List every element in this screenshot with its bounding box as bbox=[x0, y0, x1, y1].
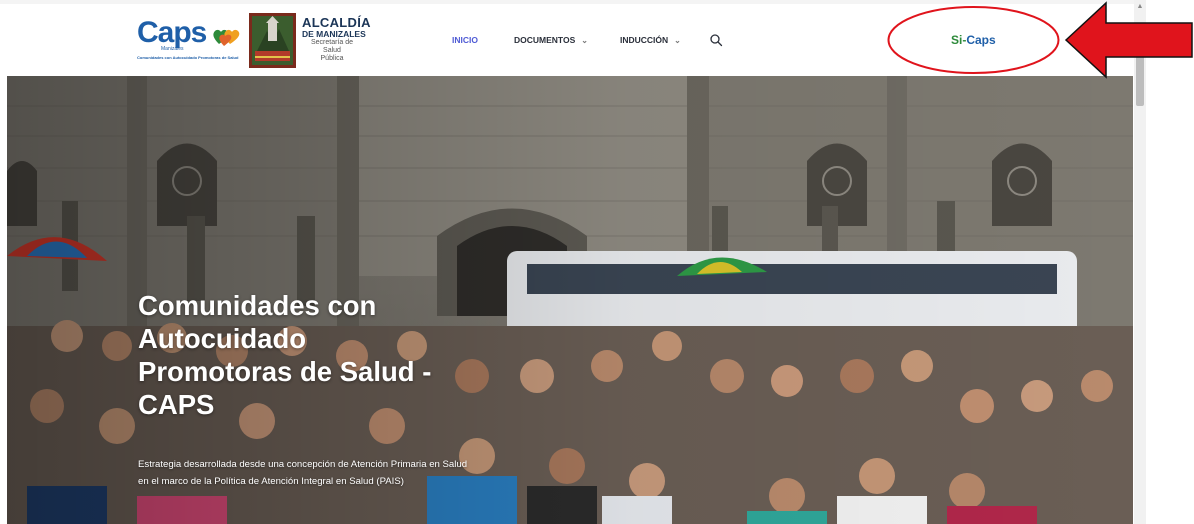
caps-logo-tagline: Comunidades con Autocuidado Promotoras d… bbox=[137, 55, 239, 60]
hero-title-line-4: CAPS bbox=[138, 389, 215, 420]
alcaldia-logo-text: ALCALDÍA DE MANIZALES Secretaría de Salu… bbox=[302, 15, 382, 62]
chevron-down-icon: ⌄ bbox=[581, 36, 588, 45]
hero-banner: Comunidades con Autocuidado Promotoras d… bbox=[7, 76, 1133, 524]
hero-subtitle-line-2: en el marco de la Política de Atención I… bbox=[138, 476, 404, 487]
hero-subtitle-line-1: Estrategia desarrollada desde una concep… bbox=[138, 459, 468, 470]
hero-title: Comunidades con Autocuidado Promotoras d… bbox=[138, 289, 458, 421]
search-icon[interactable] bbox=[709, 33, 723, 47]
caps-logo-sub: Manizales bbox=[161, 46, 184, 52]
hero-title-line-3: Promotoras de Salud - bbox=[138, 356, 432, 387]
alcaldia-line3: Secretaría de Salud bbox=[310, 39, 354, 54]
nav-induccion[interactable]: INDUCCIÓN ⌄ bbox=[620, 35, 681, 46]
nav-documentos[interactable]: DOCUMENTOS ⌄ bbox=[514, 35, 588, 46]
nav-inicio[interactable]: INICIO bbox=[452, 35, 478, 45]
manizales-shield-icon bbox=[249, 13, 296, 68]
hero-title-line-1: Comunidades con bbox=[138, 290, 377, 321]
caps-logo[interactable]: Caps Manizales Comunidades con Autocuida… bbox=[137, 14, 240, 62]
hero-title-line-2: Autocuidado bbox=[138, 323, 307, 354]
caps-logo-word: Caps bbox=[137, 16, 207, 49]
page: Caps Manizales Comunidades con Autocuida… bbox=[0, 0, 1194, 524]
nav-documentos-label: DOCUMENTOS bbox=[514, 35, 576, 45]
chevron-down-icon: ⌄ bbox=[674, 36, 681, 45]
nav-induccion-label: INDUCCIÓN bbox=[620, 35, 669, 45]
alcaldia-line4: Pública bbox=[320, 55, 344, 62]
red-arrow-icon bbox=[1064, 1, 1193, 79]
alcaldia-line1: ALCALDÍA bbox=[302, 15, 371, 30]
alcaldia-line2: DE MANIZALES bbox=[302, 29, 366, 39]
hearts-icon bbox=[213, 29, 240, 46]
highlight-ellipse bbox=[887, 6, 1060, 74]
